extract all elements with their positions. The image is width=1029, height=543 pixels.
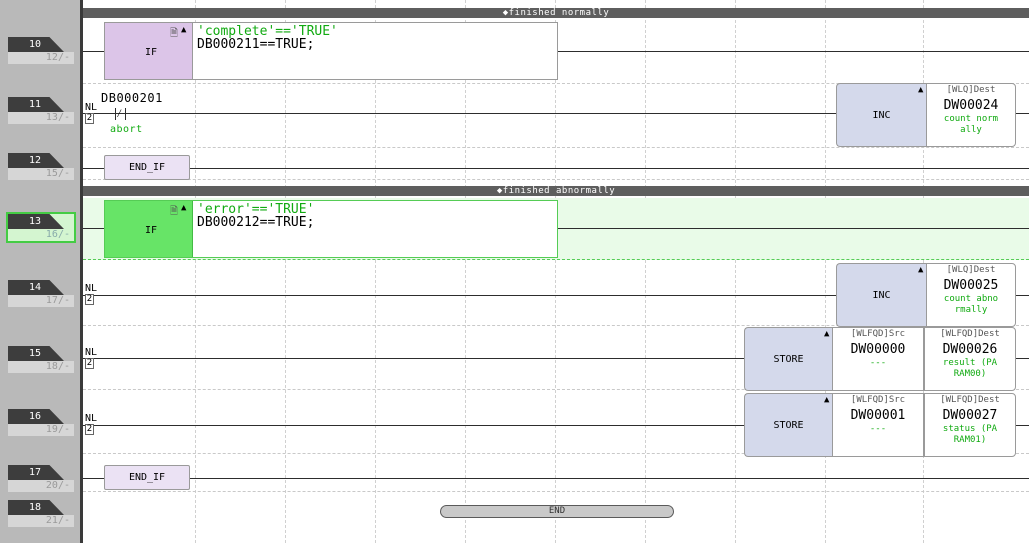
- nl-level-badge: 2: [85, 424, 94, 435]
- line-number-17[interactable]: 17 20/-: [8, 465, 74, 492]
- section-header-abnormal: ◆finished abnormally: [83, 186, 1029, 196]
- if-expression-code: DB000211==TRUE;: [197, 37, 315, 52]
- document-icon[interactable]: 🗎: [170, 26, 178, 43]
- nc-contact-symbol: ⁄: [115, 108, 155, 120]
- nl-label: NL: [85, 102, 98, 113]
- end-if-block[interactable]: END_IF: [104, 155, 190, 180]
- line-number-14[interactable]: 14 17/-: [8, 280, 74, 307]
- rung-17: [83, 454, 1029, 492]
- line-number-11[interactable]: 11 13/-: [8, 97, 74, 124]
- collapse-triangle-icon[interactable]: ▲: [824, 395, 829, 405]
- if-expression[interactable]: 'error'=='TRUE' DB000212==TRUE;: [197, 203, 314, 229]
- function-name: INC: [836, 83, 926, 147]
- document-icon[interactable]: 🗎: [170, 204, 178, 221]
- nl-label: NL: [85, 347, 98, 358]
- store-block-dw00026[interactable]: STORE ▲ [WLFQD]Src DW00000 --- [WLFQD]De…: [744, 327, 1016, 391]
- rung-12: [83, 148, 1029, 180]
- line-number-gutter: 10 12/- 11 13/- 12 15/- 13 16/- 14 17/- …: [0, 0, 82, 543]
- inc-block-dw00025[interactable]: INC ▲ [WLQ]Dest DW00025 count abno rmall…: [836, 263, 1016, 327]
- end-of-program-bar[interactable]: END: [440, 505, 674, 518]
- section-header-normal: ◆finished normally: [83, 8, 1029, 18]
- collapse-triangle-icon[interactable]: ▲: [824, 329, 829, 339]
- line-number-12[interactable]: 12 15/-: [8, 153, 74, 180]
- rail-12: [83, 168, 1029, 169]
- end-if-block[interactable]: END_IF: [104, 465, 190, 490]
- store-block-dw00027[interactable]: STORE ▲ [WLFQD]Src DW00001 --- [WLFQD]De…: [744, 393, 1016, 457]
- line-number-13[interactable]: 13 16/-: [6, 212, 76, 243]
- function-name: INC: [836, 263, 926, 327]
- collapse-triangle-icon[interactable]: ▲: [181, 203, 186, 213]
- dest-operand-cell[interactable]: ▲ [WLQ]Dest DW00024 count norm ally: [918, 83, 1016, 147]
- nl-level-badge: 2: [85, 294, 94, 305]
- nl-level-badge: 2: [85, 113, 94, 124]
- function-name: STORE: [744, 393, 832, 457]
- collapse-triangle-icon[interactable]: ▲: [918, 85, 923, 95]
- line-number-16[interactable]: 16 19/-: [8, 409, 74, 436]
- line-number-18[interactable]: 18 21/-: [8, 500, 74, 527]
- ladder-editor-area[interactable]: ◆finished normally 🗎 ▲ IF 'complete'=='T…: [83, 0, 1029, 543]
- contact-comment: abort: [110, 124, 143, 135]
- src-operand-cell[interactable]: ▲ [WLFQD]Src DW00000 ---: [824, 327, 924, 391]
- nl-label: NL: [85, 283, 98, 294]
- if-block-header[interactable]: 🗎 ▲ IF: [105, 23, 193, 79]
- if-expression[interactable]: 'complete'=='TRUE' DB000211==TRUE;: [197, 25, 338, 51]
- collapse-triangle-icon[interactable]: ▲: [181, 25, 186, 35]
- line-number-15[interactable]: 15 18/-: [8, 346, 74, 373]
- collapse-triangle-icon[interactable]: ▲: [918, 265, 923, 275]
- nl-label: NL: [85, 413, 98, 424]
- function-name: STORE: [744, 327, 832, 391]
- nl-level-badge: 2: [85, 358, 94, 369]
- nc-contact-db000201[interactable]: DB000201 ⁄ abort: [101, 92, 171, 142]
- dest-operand-cell[interactable]: [WLFQD]Dest DW00026 result (PA RAM00): [924, 327, 1016, 391]
- if-block-error[interactable]: 🗎 ▲ IF 'error'=='TRUE' DB000212==TRUE;: [104, 200, 558, 258]
- dest-operand-cell[interactable]: [WLFQD]Dest DW00027 status (PA RAM01): [924, 393, 1016, 457]
- rail-17: [83, 478, 1029, 479]
- if-block-header[interactable]: 🗎 ▲ IF: [105, 201, 193, 257]
- if-expression-code: DB000212==TRUE;: [197, 215, 315, 230]
- if-block-complete[interactable]: 🗎 ▲ IF 'complete'=='TRUE' DB000211==TRUE…: [104, 22, 558, 80]
- contact-address: DB000201: [101, 91, 163, 105]
- inc-block-dw00024[interactable]: INC ▲ [WLQ]Dest DW00024 count norm ally: [836, 83, 1016, 147]
- src-operand-cell[interactable]: ▲ [WLFQD]Src DW00001 ---: [824, 393, 924, 457]
- line-number-10[interactable]: 10 12/-: [8, 37, 74, 64]
- dest-operand-cell[interactable]: ▲ [WLQ]Dest DW00025 count abno rmally: [918, 263, 1016, 327]
